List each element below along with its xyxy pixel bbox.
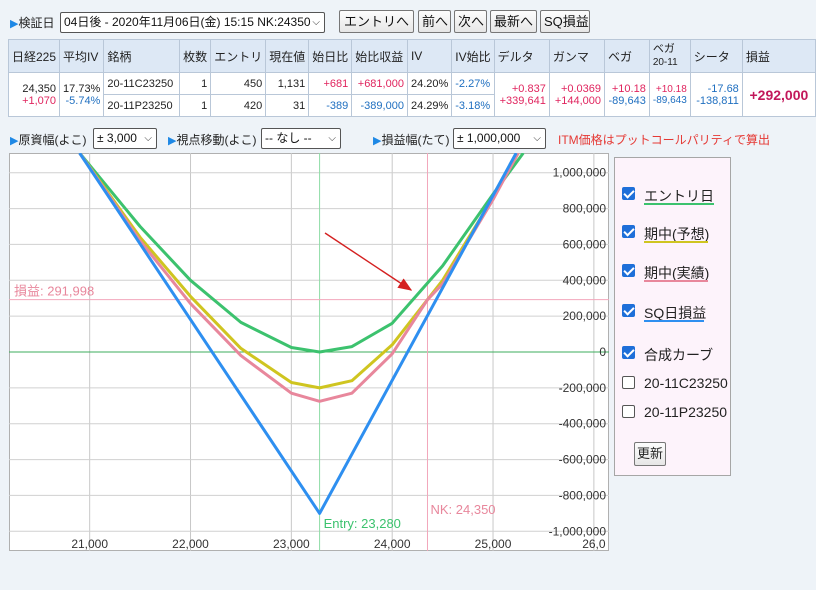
profit-cell: -389,000 — [351, 94, 408, 117]
col-symbol: 銘柄 — [103, 39, 181, 73]
verify-date-select[interactable]: 04日後 - 2020年11月06日(金) 15:15 NK:24350 ⌵ — [60, 12, 325, 33]
checkbox[interactable] — [622, 346, 635, 359]
col-vega-month: ベガ 20-11 — [648, 39, 691, 73]
col-profit: 始比収益 — [351, 39, 408, 73]
y-tick-label: 600,000 — [563, 237, 607, 251]
current-cell: 1,131 — [265, 72, 310, 95]
pnl-range-select[interactable]: ± 1,000,000 ⌵ — [453, 128, 546, 149]
gamma-cell: +0.0369 +144,000 — [548, 72, 606, 117]
y-tick-label: -200,000 — [559, 381, 607, 395]
pnl-range-label: 損益幅(たて) — [381, 133, 450, 147]
iv-change-cell: -3.18% — [451, 94, 495, 117]
itm-note: ITM価格はプットコールパリティで算出 — [558, 133, 770, 147]
qty-cell: 1 — [179, 72, 212, 95]
y-tick-label: 0 — [599, 345, 606, 359]
col-current: 現在値 — [265, 39, 310, 73]
col-iv: IV — [406, 39, 453, 73]
chevron-down-icon: ⌵ — [312, 17, 320, 28]
y-tick-label: 1,000,000 — [553, 166, 607, 180]
iv-change-cell: -2.27% — [451, 72, 495, 95]
pnl-total-cell: +292,000 — [741, 72, 816, 117]
checkbox[interactable] — [622, 264, 635, 277]
iv-cell: 24.20% — [406, 72, 453, 95]
nikkei-cell: 24,350 +1,070 — [7, 72, 61, 117]
positions-table: 日経225 平均IV 銘柄 枚数 エントリ 現在値 始日比 始比収益 IV IV… — [7, 39, 816, 117]
vega-cell: +10.18 -89,643 — [604, 72, 650, 117]
y-tick-label: 200,000 — [563, 309, 607, 323]
entry-cell: 420 — [210, 94, 267, 117]
x-tick-label: 22,000 — [172, 537, 209, 551]
update-button[interactable]: 更新 — [634, 442, 666, 466]
iv-cell: 24.29% — [406, 94, 453, 117]
pnl-label: 損益: 291,998 — [14, 284, 94, 299]
entry-label: Entry: 23,280 — [324, 516, 401, 531]
latest-button[interactable]: 最新へ — [490, 10, 537, 33]
chevron-down-icon: ⌵ — [144, 133, 152, 144]
col-avg-iv: 平均IV — [59, 39, 105, 73]
pnl-chart: 21,000 22,000 23,000 24,000 25,000 26,0 1,000,… — [9, 153, 609, 551]
col-theta: シータ — [689, 39, 743, 73]
day-change-cell: -389 — [308, 94, 353, 117]
y-tick-label: 800,000 — [563, 202, 607, 216]
symbol-cell: 20-11C23250 — [103, 72, 181, 95]
checkbox[interactable] — [622, 405, 635, 418]
theta-cell: -17.68 -138,811 — [689, 72, 743, 117]
qty-cell: 1 — [179, 94, 212, 117]
x-tick-label: 26,0 — [582, 537, 606, 551]
legend-line — [644, 203, 714, 205]
col-nikkei: 日経225 — [7, 39, 61, 73]
legend-panel: エントリ日 期中(予想) 期中(実績) SQ日損益 合成カーブ 20-11C23… — [614, 157, 731, 476]
next-button[interactable]: 次へ — [454, 10, 487, 33]
y-tick-label: -400,000 — [559, 417, 607, 431]
col-delta: デルタ — [493, 39, 550, 73]
table-row: 24,350 +1,070 17.73% -5.74% 20-11C23250 1 … — [7, 72, 816, 117]
prev-button[interactable]: 前へ — [418, 10, 451, 33]
x-tick-label: 24,000 — [374, 537, 411, 551]
col-qty: 枚数 — [179, 39, 212, 73]
col-vega: ベガ — [604, 39, 650, 73]
verify-date-label: ▶検証日 — [10, 16, 55, 30]
col-pnl: 損益 — [741, 39, 816, 73]
current-cell: 31 — [265, 94, 310, 117]
x-tick-label: 21,000 — [71, 537, 108, 551]
y-tick-label: -800,000 — [559, 488, 607, 502]
vega-month-cell: +10.18 -89,643 — [648, 72, 691, 117]
legend-line — [644, 320, 704, 322]
checkbox[interactable] — [622, 225, 635, 238]
y-tick-label: -1,000,000 — [549, 524, 607, 538]
profit-cell: +681,000 — [351, 72, 408, 95]
symbol-cell: 20-11P23250 — [103, 94, 181, 117]
toolbar: ▶検証日 04日後 - 2020年11月06日(金) 15:15 NK:2435… — [0, 8, 816, 34]
nk-label: NK: 24,350 — [430, 502, 495, 517]
entry-cell: 450 — [210, 72, 267, 95]
avg-iv-cell: 17.73% -5.74% — [59, 72, 105, 117]
checkbox[interactable] — [622, 376, 635, 389]
y-tick-label: 400,000 — [563, 273, 607, 287]
checkbox[interactable] — [622, 187, 635, 200]
view-label: 視点移動(よこ) — [176, 133, 257, 147]
legend-line — [644, 280, 708, 282]
col-entry: エントリ — [210, 39, 267, 73]
view-select[interactable]: -- なし -- ⌵ — [261, 128, 341, 149]
legend-line — [644, 241, 708, 243]
chevron-down-icon: ⌵ — [328, 133, 336, 144]
checkbox[interactable] — [622, 304, 635, 317]
x-tick-label: 25,000 — [475, 537, 512, 551]
range-select[interactable]: ± 3,000 ⌵ — [93, 128, 157, 149]
chevron-down-icon: ⌵ — [533, 133, 541, 144]
y-tick-label: -600,000 — [559, 453, 607, 467]
x-tick-label: 23,000 — [273, 537, 310, 551]
col-gamma: ガンマ — [548, 39, 606, 73]
sq-pnl-button[interactable]: SQ損益 — [540, 10, 590, 33]
delta-cell: +0.837 +339,641 — [493, 72, 550, 117]
entry-button[interactable]: エントリへ — [339, 10, 414, 33]
col-day-change: 始日比 — [308, 39, 353, 73]
day-change-cell: +681 — [308, 72, 353, 95]
range-label: 原資幅(よこ) — [18, 133, 87, 147]
col-iv-change: IV始比 — [451, 39, 495, 73]
